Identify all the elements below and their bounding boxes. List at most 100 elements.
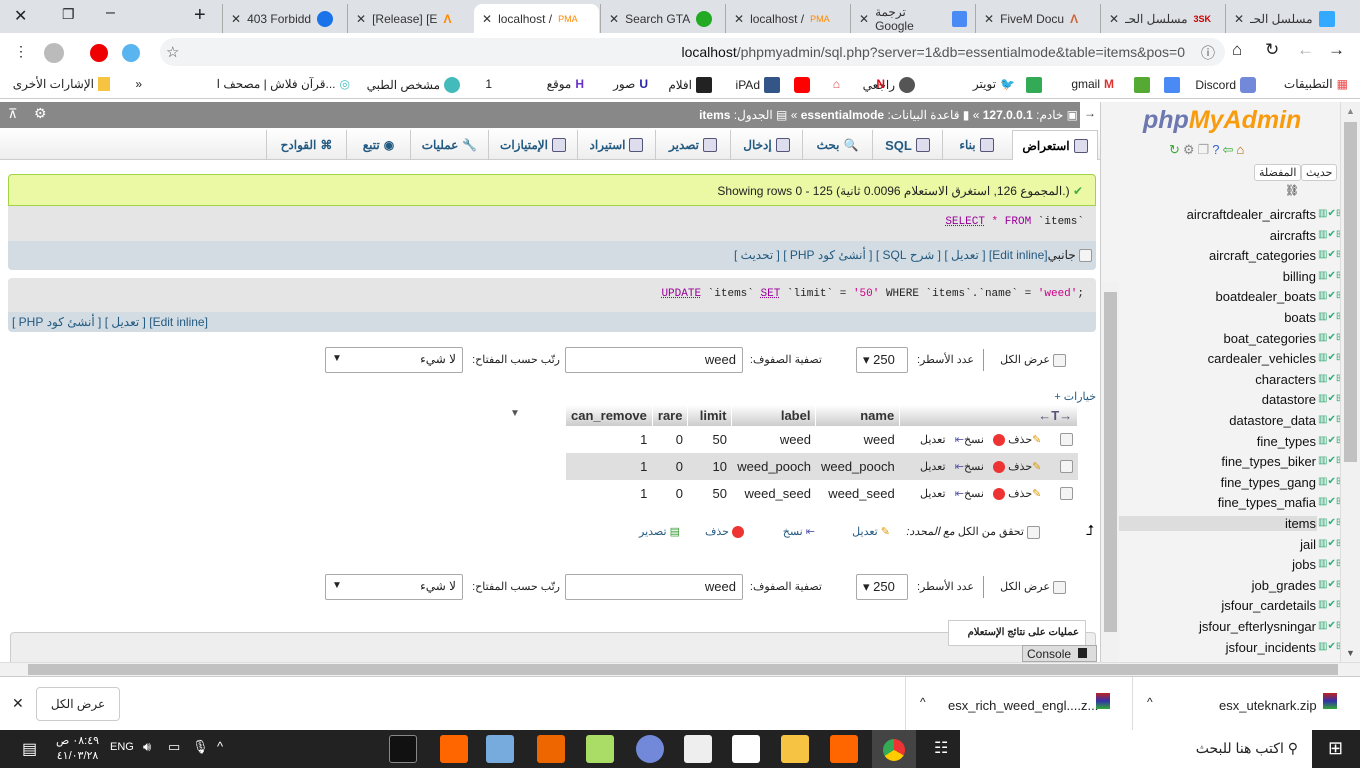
bookmark-gmail[interactable]: gmail M	[1071, 77, 1114, 91]
notifications-icon[interactable]: ▤	[22, 739, 37, 759]
cell-limit[interactable]: 50	[688, 480, 732, 507]
delete-row-button[interactable]: حذف	[993, 434, 1032, 446]
profile-avatar[interactable]	[44, 43, 64, 63]
sidebar-table-item[interactable]: characters	[1096, 372, 1316, 387]
table-expand-icon[interactable]: ▥✔⊞	[1318, 352, 1344, 366]
table-expand-icon[interactable]: ▥✔⊞	[1318, 435, 1344, 449]
bookmark-maps[interactable]	[1026, 77, 1042, 93]
row-checkbox[interactable]	[1059, 460, 1073, 474]
table-expand-icon[interactable]: ▥✔⊞	[1318, 496, 1344, 510]
close-download-bar-icon[interactable]: ✕	[12, 695, 24, 712]
notepadpp-app-icon[interactable]	[586, 735, 614, 763]
column-header[interactable]: limit	[687, 405, 733, 426]
show-all-downloads-button[interactable]: عرض الكل	[36, 687, 120, 721]
sidebar-table-item[interactable]: boat_categories	[1096, 331, 1316, 346]
bookmark-star-icon[interactable]: ☆	[166, 43, 179, 61]
phpmyadmin-logo[interactable]: phpMyAdmin	[1143, 106, 1301, 135]
sidebar-table-item[interactable]: aircraftdealer_aircrafts	[1096, 207, 1316, 222]
sidebar-table-item[interactable]: datastore	[1096, 392, 1316, 407]
bookmark-translate[interactable]	[1164, 77, 1180, 93]
bulk-export-button[interactable]: ▤ تصدير	[639, 525, 680, 538]
opera-extension-icon[interactable]	[90, 44, 108, 62]
browser-tab[interactable]: ✕ [Release] [E Λ	[347, 4, 472, 33]
table-expand-icon[interactable]: ▥✔⊞	[1318, 620, 1344, 634]
table-expand-icon[interactable]: ▥✔⊞	[1318, 393, 1344, 407]
column-header[interactable]: can_remove	[566, 405, 653, 426]
console-toggle[interactable]: Console	[1022, 645, 1097, 662]
tab-export[interactable]: تصدير	[655, 130, 730, 160]
sort-by-key-select[interactable]: لا شيء ▼	[325, 574, 463, 600]
table-expand-icon[interactable]: ▥✔⊞	[1318, 373, 1344, 387]
minimize-window-icon[interactable]: –	[106, 4, 115, 22]
scrollbar-thumb[interactable]	[28, 664, 1338, 675]
show-hidden-icons[interactable]: ^	[217, 739, 223, 754]
volume-icon[interactable]: 🔊︎	[143, 739, 151, 755]
rows-per-page-select[interactable]: ▾ 250	[856, 574, 908, 600]
table-expand-icon[interactable]: ▥✔⊞	[1318, 208, 1344, 222]
help-icon[interactable]: ?	[1212, 142, 1222, 157]
cell-limit[interactable]: 10	[687, 453, 732, 480]
chevron-up-icon[interactable]: ^	[1147, 695, 1153, 709]
download-item[interactable]: ^ esx_uteknark.zip	[1133, 677, 1360, 731]
table-expand-icon[interactable]: ▥✔⊞	[1318, 517, 1344, 531]
cell-label[interactable]: weed	[732, 426, 816, 453]
sidebar-table-item[interactable]: job_grades	[1096, 578, 1316, 593]
browser-tab[interactable]: ✕ FiveM Docu Λ	[975, 4, 1100, 33]
tab-import[interactable]: استيراد	[577, 130, 655, 160]
table-expand-icon[interactable]: ▥✔⊞	[1318, 332, 1344, 346]
back-icon[interactable]: →	[1328, 40, 1345, 60]
check-all-checkbox[interactable]	[1027, 525, 1040, 539]
sort-by-key-select[interactable]: لا شيء ▼	[325, 347, 463, 373]
reload-icon[interactable]: ↻	[1265, 40, 1279, 60]
tab-browse[interactable]: استعراض	[1012, 130, 1098, 160]
edit-inline-link[interactable]: [Edit inline]	[149, 315, 208, 329]
table-expand-icon[interactable]: ▥✔⊞	[1318, 311, 1344, 325]
close-tab-icon[interactable]: ✕	[356, 12, 366, 26]
sidebar-table-item[interactable]: jsfour_incidents	[1096, 640, 1316, 655]
logout-icon[interactable]: ⇦	[1222, 142, 1236, 157]
refresh-link[interactable]: [ تحديث ]	[734, 248, 780, 262]
table-expand-icon[interactable]: ▥✔⊞	[1318, 641, 1344, 655]
browser-tab[interactable]: ✕ مسلسل الحـ	[1225, 4, 1360, 33]
sidebar-table-item[interactable]: aircraft_categories	[1096, 248, 1316, 263]
clock[interactable]: ٠٨:٤٩ ص ٤١/٠٣/٢٨	[56, 734, 99, 764]
close-tab-icon[interactable]: ✕	[231, 12, 241, 26]
close-tab-icon[interactable]: ✕	[734, 12, 744, 26]
cell-name[interactable]: weed_seed	[816, 480, 900, 507]
cell-name[interactable]: weed	[816, 426, 900, 453]
table-expand-icon[interactable]: ▥✔⊞	[1318, 229, 1344, 243]
sidebar-table-item[interactable]: billing	[1096, 269, 1316, 284]
notepad-app-icon[interactable]	[486, 735, 514, 763]
bookmark-quran[interactable]: قرآن فلاش | مصحف ا... ◎	[217, 77, 350, 91]
close-tab-icon[interactable]: ✕	[609, 12, 619, 26]
column-header[interactable]: rare	[652, 405, 689, 426]
tab-search[interactable]: بحث 🔍	[802, 130, 872, 160]
sidebar-table-item[interactable]: jail	[1096, 537, 1316, 552]
network-icon[interactable]: ▭	[168, 739, 180, 755]
row-checkbox[interactable]	[1059, 433, 1073, 447]
copy-row-button[interactable]: نسخ⇤	[955, 461, 984, 473]
fivem-app-icon[interactable]	[440, 735, 468, 763]
bookmark-discord[interactable]: Discord	[1195, 77, 1256, 93]
sidebar-table-item[interactable]: jsfour_efterlysningar	[1096, 619, 1316, 634]
terminal-app-icon[interactable]	[389, 735, 417, 763]
file-explorer-icon[interactable]	[781, 735, 809, 763]
close-tab-icon[interactable]: ✕	[1234, 12, 1244, 26]
home-icon[interactable]: ⌂	[1232, 40, 1242, 60]
link-icon[interactable]: ⛓	[1285, 184, 1299, 197]
explain-sql-link[interactable]: [ شرح SQL ]	[876, 248, 941, 262]
sidebar-table-item[interactable]: fine_types_biker	[1096, 454, 1316, 469]
discord-app-icon[interactable]	[636, 735, 664, 763]
breadcrumb-database[interactable]: essentialmode	[801, 108, 884, 122]
chrome-app-icon[interactable]	[872, 730, 916, 768]
bookmark-youtube[interactable]	[794, 77, 810, 93]
tab-insert[interactable]: إدخال	[730, 130, 802, 160]
browser-tab[interactable]: ✕ ترجمة Google	[850, 4, 975, 33]
table-expand-icon[interactable]: ▥✔⊞	[1318, 455, 1344, 469]
show-all-checkbox[interactable]	[1053, 353, 1066, 367]
sidebar-table-item[interactable]: boatdealer_boats	[1096, 289, 1316, 304]
tab-structure[interactable]: بناء	[942, 130, 1010, 160]
row-checkbox[interactable]	[1059, 487, 1073, 501]
arrow-right-icon[interactable]: →	[1080, 102, 1100, 128]
bookmark-rajhi[interactable]: راجعي	[863, 77, 915, 93]
